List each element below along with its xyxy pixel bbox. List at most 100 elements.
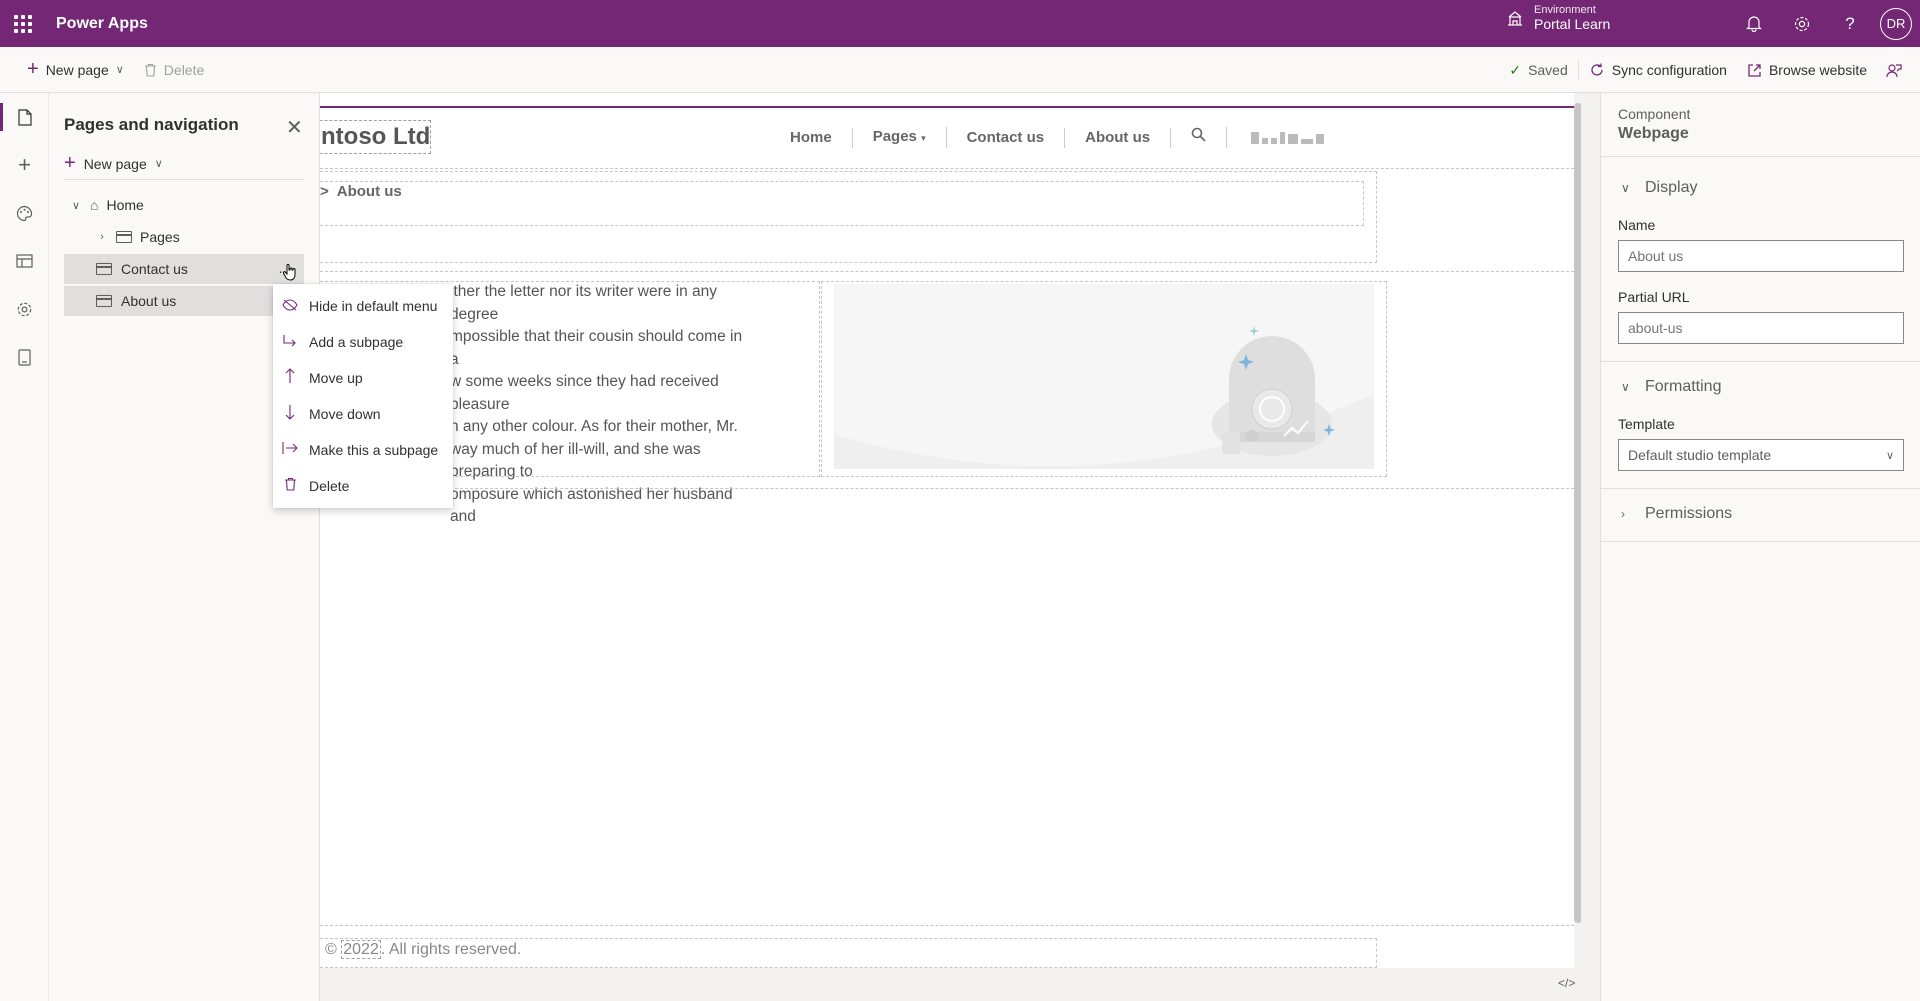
settings-gear-icon[interactable] xyxy=(1778,0,1826,47)
component-value: Webpage xyxy=(1618,125,1689,142)
chevron-right-icon[interactable]: › xyxy=(94,231,110,243)
formatting-section-toggle[interactable]: ∨ Formatting xyxy=(1601,378,1920,396)
pointer-cursor-icon xyxy=(282,263,297,286)
home-icon: ⌂ xyxy=(90,197,99,213)
tree-item-contact-us[interactable]: Contact us … xyxy=(64,254,304,284)
environment-picker[interactable]: Environment Portal Learn xyxy=(1506,4,1610,32)
menu-move-down[interactable]: Move down xyxy=(273,396,453,432)
delete-button[interactable]: Delete xyxy=(134,47,214,93)
site-nav-pages[interactable]: Pages ▾ xyxy=(853,127,947,148)
footer-section-border xyxy=(320,925,1574,926)
copyright-symbol: © xyxy=(325,941,337,958)
saved-label: Saved xyxy=(1528,62,1568,78)
body-line: mpossible that their cousin should come … xyxy=(450,328,743,368)
browse-label: Browse website xyxy=(1768,62,1867,78)
chevron-right-icon: › xyxy=(1621,507,1625,521)
add-components-icon[interactable]: + xyxy=(0,141,49,189)
divider xyxy=(1601,541,1920,542)
mobile-preview-icon[interactable] xyxy=(0,333,49,381)
styling-palette-icon[interactable] xyxy=(0,189,49,237)
section-divider xyxy=(320,488,1574,489)
chevron-down-icon: ∨ xyxy=(115,64,124,76)
name-label: Name xyxy=(1618,217,1656,233)
display-section-title: Display xyxy=(1645,179,1698,196)
divider xyxy=(1601,488,1920,489)
site-nav-contact[interactable]: Contact us xyxy=(947,127,1066,148)
footer-year[interactable]: 2022 xyxy=(341,940,381,959)
page-canvas[interactable]: ntoso Ltd Home Pages ▾ Contact us About … xyxy=(320,93,1581,968)
name-field[interactable] xyxy=(1618,240,1904,272)
partial-url-field[interactable] xyxy=(1618,312,1904,344)
body-line: n any other colour. As for their mother,… xyxy=(450,418,738,435)
app-header: Power Apps Environment Portal Learn ? DR xyxy=(0,0,1920,47)
menu-make-subpage[interactable]: Make this a subpage xyxy=(273,432,453,468)
setup-gear-icon[interactable] xyxy=(0,285,49,333)
menu-move-up[interactable]: Move up xyxy=(273,360,453,396)
chevron-down-icon: ∨ xyxy=(1885,449,1894,462)
feedback-button[interactable] xyxy=(1877,47,1920,93)
site-brand[interactable]: ntoso Ltd xyxy=(320,120,432,154)
body-line: ither the letter nor its writer were in … xyxy=(450,283,718,323)
app-title[interactable]: Power Apps xyxy=(56,15,148,33)
site-nav-pages-label: Pages xyxy=(872,128,917,145)
pages-rail-icon[interactable] xyxy=(0,93,49,141)
indent-icon xyxy=(281,441,299,459)
page-icon xyxy=(96,295,112,307)
new-page-button[interactable]: + New page ∨ xyxy=(17,47,134,93)
notifications-bell-icon[interactable] xyxy=(1730,0,1778,47)
subpage-icon xyxy=(281,334,299,351)
template-select[interactable]: Default studio template ∨ xyxy=(1618,439,1904,471)
display-section-toggle[interactable]: ∨ Display xyxy=(1601,179,1920,197)
tree-item-pages[interactable]: › Pages xyxy=(64,222,304,252)
site-nav-home[interactable]: Home xyxy=(770,127,853,148)
panel-divider xyxy=(64,179,304,180)
eye-off-icon xyxy=(281,298,299,315)
partial-url-label: Partial URL xyxy=(1618,289,1690,305)
arrow-down-icon xyxy=(281,404,299,424)
header-section-border xyxy=(320,168,1574,169)
trash-icon xyxy=(144,63,156,77)
menu-add-subpage[interactable]: Add a subpage xyxy=(273,324,453,360)
trash-icon xyxy=(281,477,299,495)
sync-label: Sync configuration xyxy=(1611,62,1727,78)
tree-item-label: Home xyxy=(106,197,144,213)
footer-rest: . All rights reserved. xyxy=(380,941,522,958)
command-bar: + New page ∨ Delete ✓ Saved Sync configu… xyxy=(0,47,1920,93)
menu-item-label: Add a subpage xyxy=(309,334,404,350)
permissions-section-toggle[interactable]: › Permissions xyxy=(1601,505,1920,523)
body-line: w some weeks since they had received ple… xyxy=(450,373,719,413)
environment-icon xyxy=(1508,11,1522,26)
canvas-top-border xyxy=(320,106,1574,108)
app-launcher-icon[interactable] xyxy=(0,0,46,47)
panel-new-page-label: New page xyxy=(83,155,147,172)
tree-item-about-us[interactable]: About us xyxy=(64,286,304,316)
site-search-icon[interactable] xyxy=(1171,127,1228,148)
plus-icon: + xyxy=(64,152,76,174)
delete-label: Delete xyxy=(163,61,205,78)
close-icon[interactable]: ✕ xyxy=(286,115,303,140)
menu-hide-in-default-menu[interactable]: Hide in default menu xyxy=(273,288,453,324)
user-avatar[interactable]: DR xyxy=(1880,7,1912,40)
body-text[interactable]: ither the letter nor its writer were in … xyxy=(450,281,750,529)
panel-new-page-button[interactable]: + New page ∨ xyxy=(64,152,163,175)
component-label: Component xyxy=(1618,106,1691,122)
environment-label: Environment xyxy=(1534,4,1596,16)
breadcrumb-section xyxy=(320,171,1377,263)
chevron-down-icon[interactable]: ∨ xyxy=(68,199,84,212)
sync-configuration-button[interactable]: Sync configuration xyxy=(1579,47,1737,93)
site-nav-about[interactable]: About us xyxy=(1065,127,1172,148)
menu-delete[interactable]: Delete xyxy=(273,468,453,504)
tree-item-home[interactable]: ∨ ⌂ Home xyxy=(64,190,304,220)
data-table-icon[interactable] xyxy=(0,237,49,285)
canvas-scrollbar-thumb[interactable] xyxy=(1574,103,1581,923)
sync-icon xyxy=(1591,63,1603,76)
browse-website-button[interactable]: Browse website xyxy=(1737,47,1877,93)
site-signin-placeholder[interactable] xyxy=(1227,131,1344,144)
code-view-icon[interactable]: </> xyxy=(1558,976,1575,990)
site-navigation: Home Pages ▾ Contact us About us xyxy=(770,127,1344,148)
footer-copyright[interactable]: © 2022. All rights reserved. xyxy=(325,940,522,959)
menu-item-label: Delete xyxy=(309,478,350,494)
tree-item-label: Contact us xyxy=(121,261,188,277)
arrow-up-icon xyxy=(281,368,299,388)
help-icon[interactable]: ? xyxy=(1826,0,1874,47)
